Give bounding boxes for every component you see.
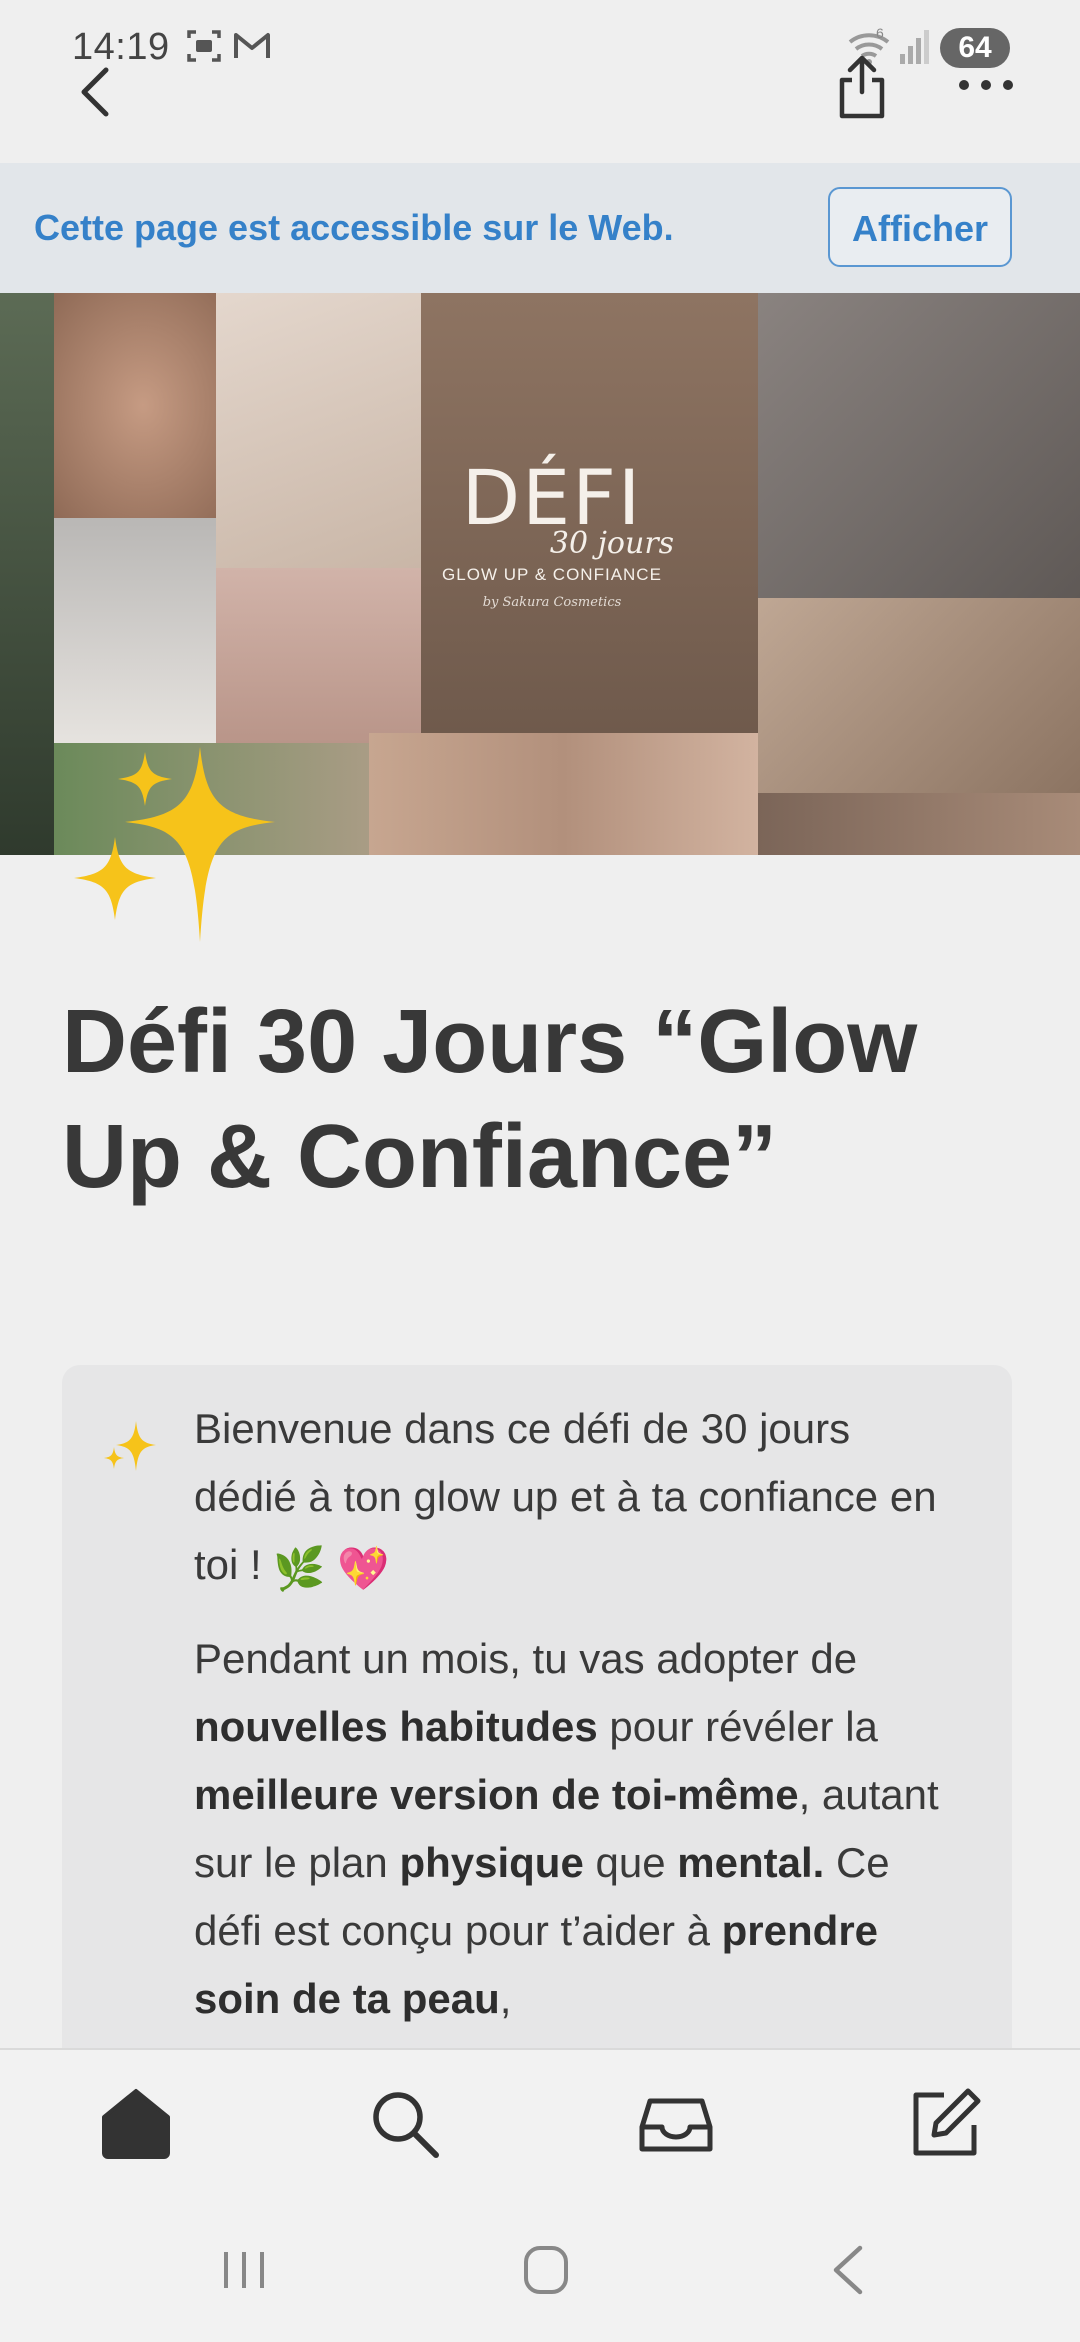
- cover-logo: DÉFI 30 jours GLOW UP & CONFIANCE by Sak…: [422, 458, 682, 611]
- cover-tile-plants: [0, 293, 54, 855]
- p2-text-2: pour révéler la: [597, 1703, 878, 1750]
- cover-tile-body: [216, 293, 421, 568]
- callout-block: Bienvenue dans ce défi de 30 jours dédié…: [62, 1365, 1012, 2065]
- inbox-icon[interactable]: [636, 2083, 716, 2163]
- cover-tile-jewelry: [216, 568, 421, 743]
- search-icon[interactable]: [364, 2083, 444, 2163]
- cover-tile-face: [54, 293, 216, 518]
- cover-logo-credit: by Sakura Cosmetics: [482, 595, 622, 610]
- cover-logo-script: 30 jours: [549, 526, 675, 561]
- cover-logo-sub: GLOW UP & CONFIANCE: [442, 565, 662, 584]
- callout-text: Bienvenue dans ce défi de 30 jours dédié…: [194, 1395, 954, 2055]
- status-bar: 14:19 6 64: [0, 0, 1080, 95]
- home-icon[interactable]: [96, 2083, 176, 2163]
- cover-tile-friends: [369, 733, 758, 855]
- svg-text:6: 6: [876, 26, 884, 41]
- p2-bold-3: physique: [399, 1839, 584, 1886]
- home-circle-icon[interactable]: [516, 2240, 576, 2300]
- page-title: Défi 30 Jours “Glow Up & Confiance”: [62, 992, 918, 1207]
- screenshot-icon: [187, 30, 221, 62]
- sparkles-icon[interactable]: [70, 742, 280, 942]
- more-dots-icon[interactable]: [956, 70, 1016, 100]
- p2-bold-2: meilleure version de toi-même: [194, 1771, 799, 1818]
- cover-tile-coffee: [758, 293, 1080, 598]
- p2-bold-4: mental.: [677, 1839, 825, 1886]
- p2-bold-1: nouvelles habitudes: [194, 1703, 598, 1750]
- callout-paragraph-1: Bienvenue dans ce défi de 30 jours dédié…: [194, 1395, 954, 1603]
- callout-sparkles-icon: [104, 1421, 156, 1471]
- p2-text-6: ,: [499, 1975, 512, 2022]
- web-access-text: Cette page est accessible sur le Web.: [34, 207, 674, 248]
- signal-icon: [900, 30, 929, 64]
- cover-tile-mask: [54, 518, 216, 743]
- callout-paragraph-2: Pendant un mois, tu vas adopter de nouve…: [194, 1625, 954, 2033]
- web-access-banner: Cette page est accessible sur le Web. Af…: [0, 163, 1080, 293]
- herb-emoji: 🌿: [273, 1545, 326, 1592]
- back-icon[interactable]: [820, 2240, 880, 2300]
- compose-icon[interactable]: [904, 2083, 984, 2163]
- p2-text-1: Pendant un mois, tu vas adopter de: [194, 1635, 858, 1682]
- recents-icon[interactable]: [214, 2240, 274, 2300]
- cover-tile-roller: [758, 598, 1080, 793]
- afficher-button[interactable]: Afficher: [828, 187, 1012, 267]
- gmail-icon: [234, 33, 270, 58]
- chevron-left-icon[interactable]: [70, 62, 120, 122]
- battery-indicator: 64: [940, 28, 1010, 68]
- p2-text-4: que: [583, 1839, 678, 1886]
- sparkling-heart-emoji: 💖: [337, 1545, 390, 1592]
- cover-tile-eye: [758, 793, 1080, 855]
- share-icon[interactable]: [832, 52, 892, 122]
